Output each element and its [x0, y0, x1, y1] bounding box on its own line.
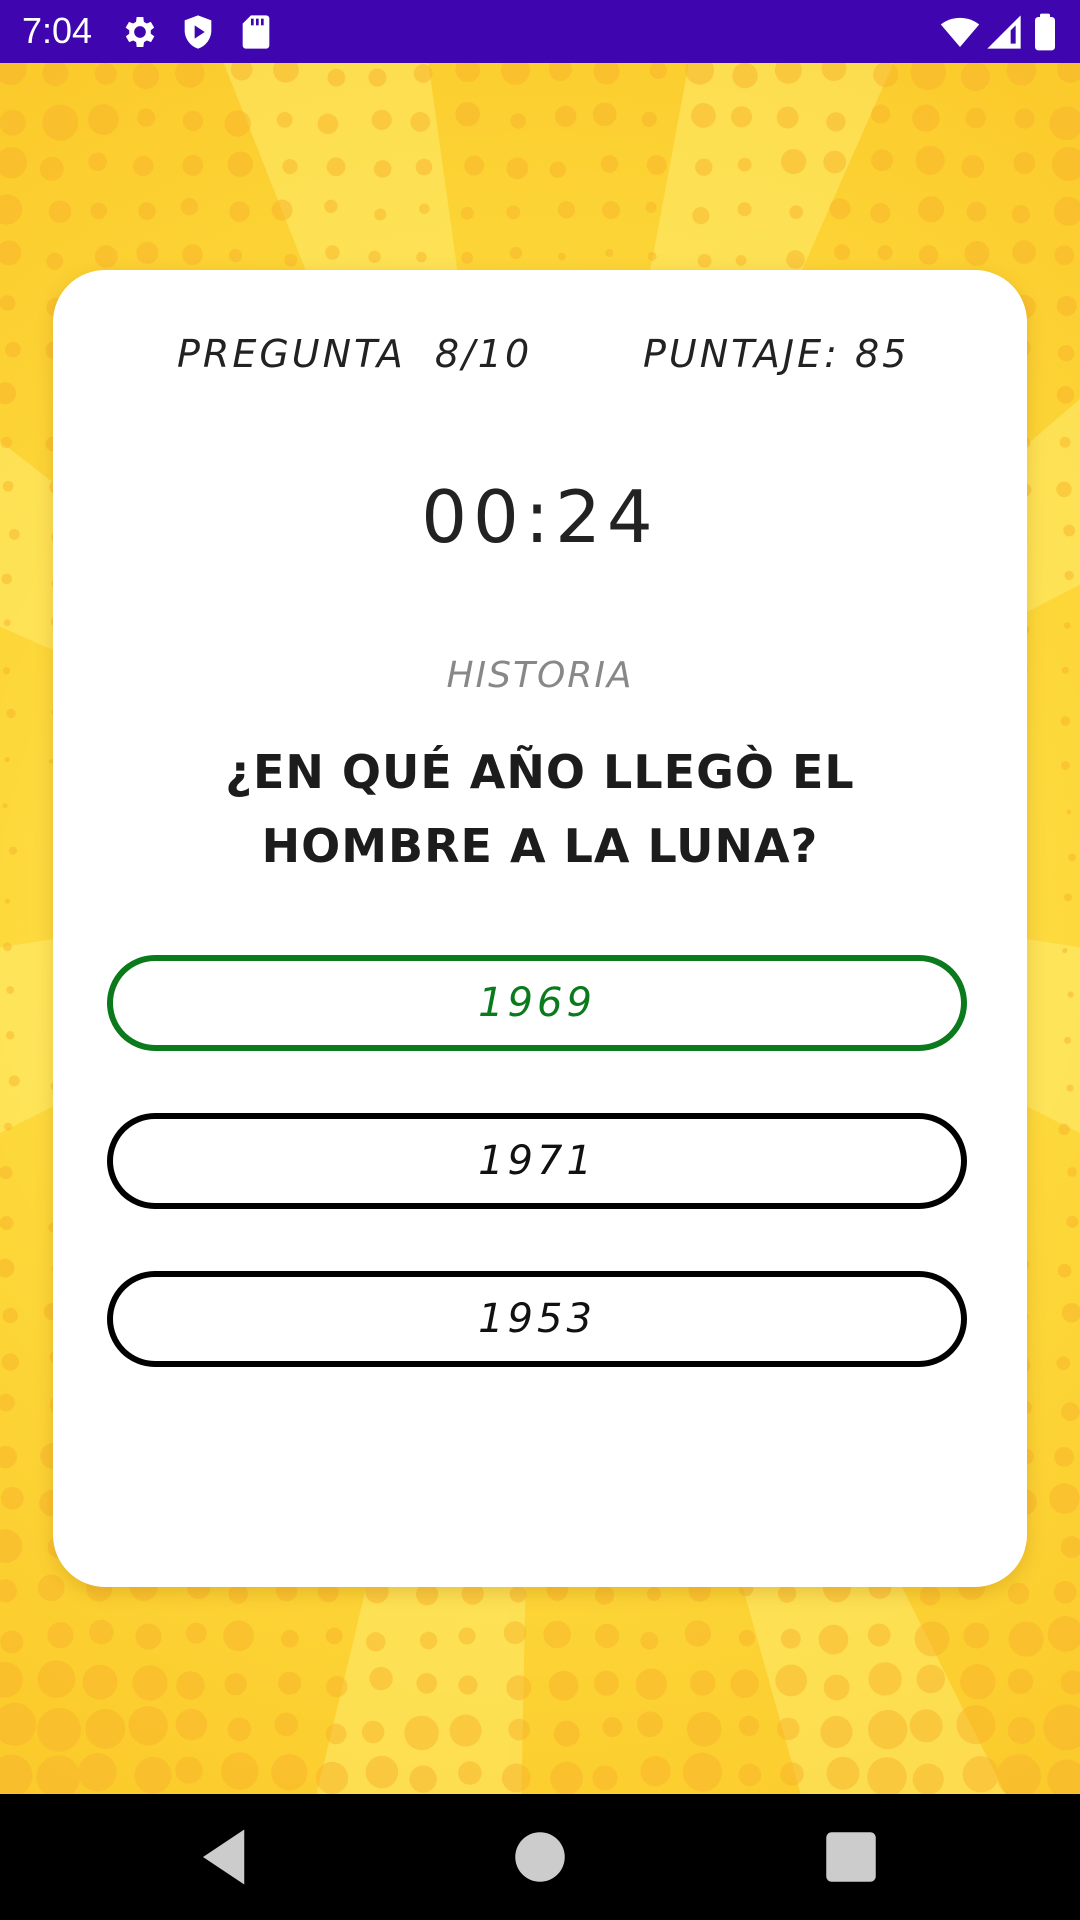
question-text: ¿EN QUÉ AÑO LLEGÒ EL HOMBRE A LA LUNA?: [225, 745, 855, 873]
answer-option-1969[interactable]: 1969: [107, 955, 967, 1051]
answer-label: 1971: [478, 1138, 596, 1184]
question-counter-label: PREGUNTA: [177, 332, 406, 376]
back-icon[interactable]: [192, 1824, 258, 1890]
question-counter-value: 8/10: [434, 332, 533, 376]
recents-icon[interactable]: [818, 1824, 884, 1890]
answer-option-1971[interactable]: 1971: [107, 1113, 967, 1209]
quiz-card: PREGUNTA 8/10 PUNTAJE: 85 00:24 HISTORIA…: [53, 270, 1027, 1587]
navigation-bar: [0, 1794, 1080, 1920]
battery-icon: [1030, 12, 1060, 52]
quiz-screen: 7:04 PREGUNTA 8/10 PUNTAJE: 85 00:24 HIS…: [0, 0, 1080, 1920]
category-label: HISTORIA: [446, 655, 634, 696]
home-icon[interactable]: [507, 1824, 573, 1890]
answer-label: 1953: [478, 1296, 596, 1342]
status-bar: 7:04: [0, 0, 1080, 63]
status-time: 7:04: [22, 10, 93, 51]
question-counter: PREGUNTA 8/10: [177, 332, 529, 376]
answer-label: 1969: [478, 980, 596, 1026]
sd-card-icon: [236, 12, 276, 52]
score-text: PUNTAJE: 85: [643, 332, 910, 376]
play-protect-icon: [178, 12, 218, 52]
answer-option-1953[interactable]: 1953: [107, 1271, 967, 1367]
gear-icon: [120, 12, 160, 52]
countdown-timer: 00:24: [421, 475, 659, 559]
signal-icon: [984, 12, 1024, 52]
wifi-icon: [940, 12, 980, 52]
